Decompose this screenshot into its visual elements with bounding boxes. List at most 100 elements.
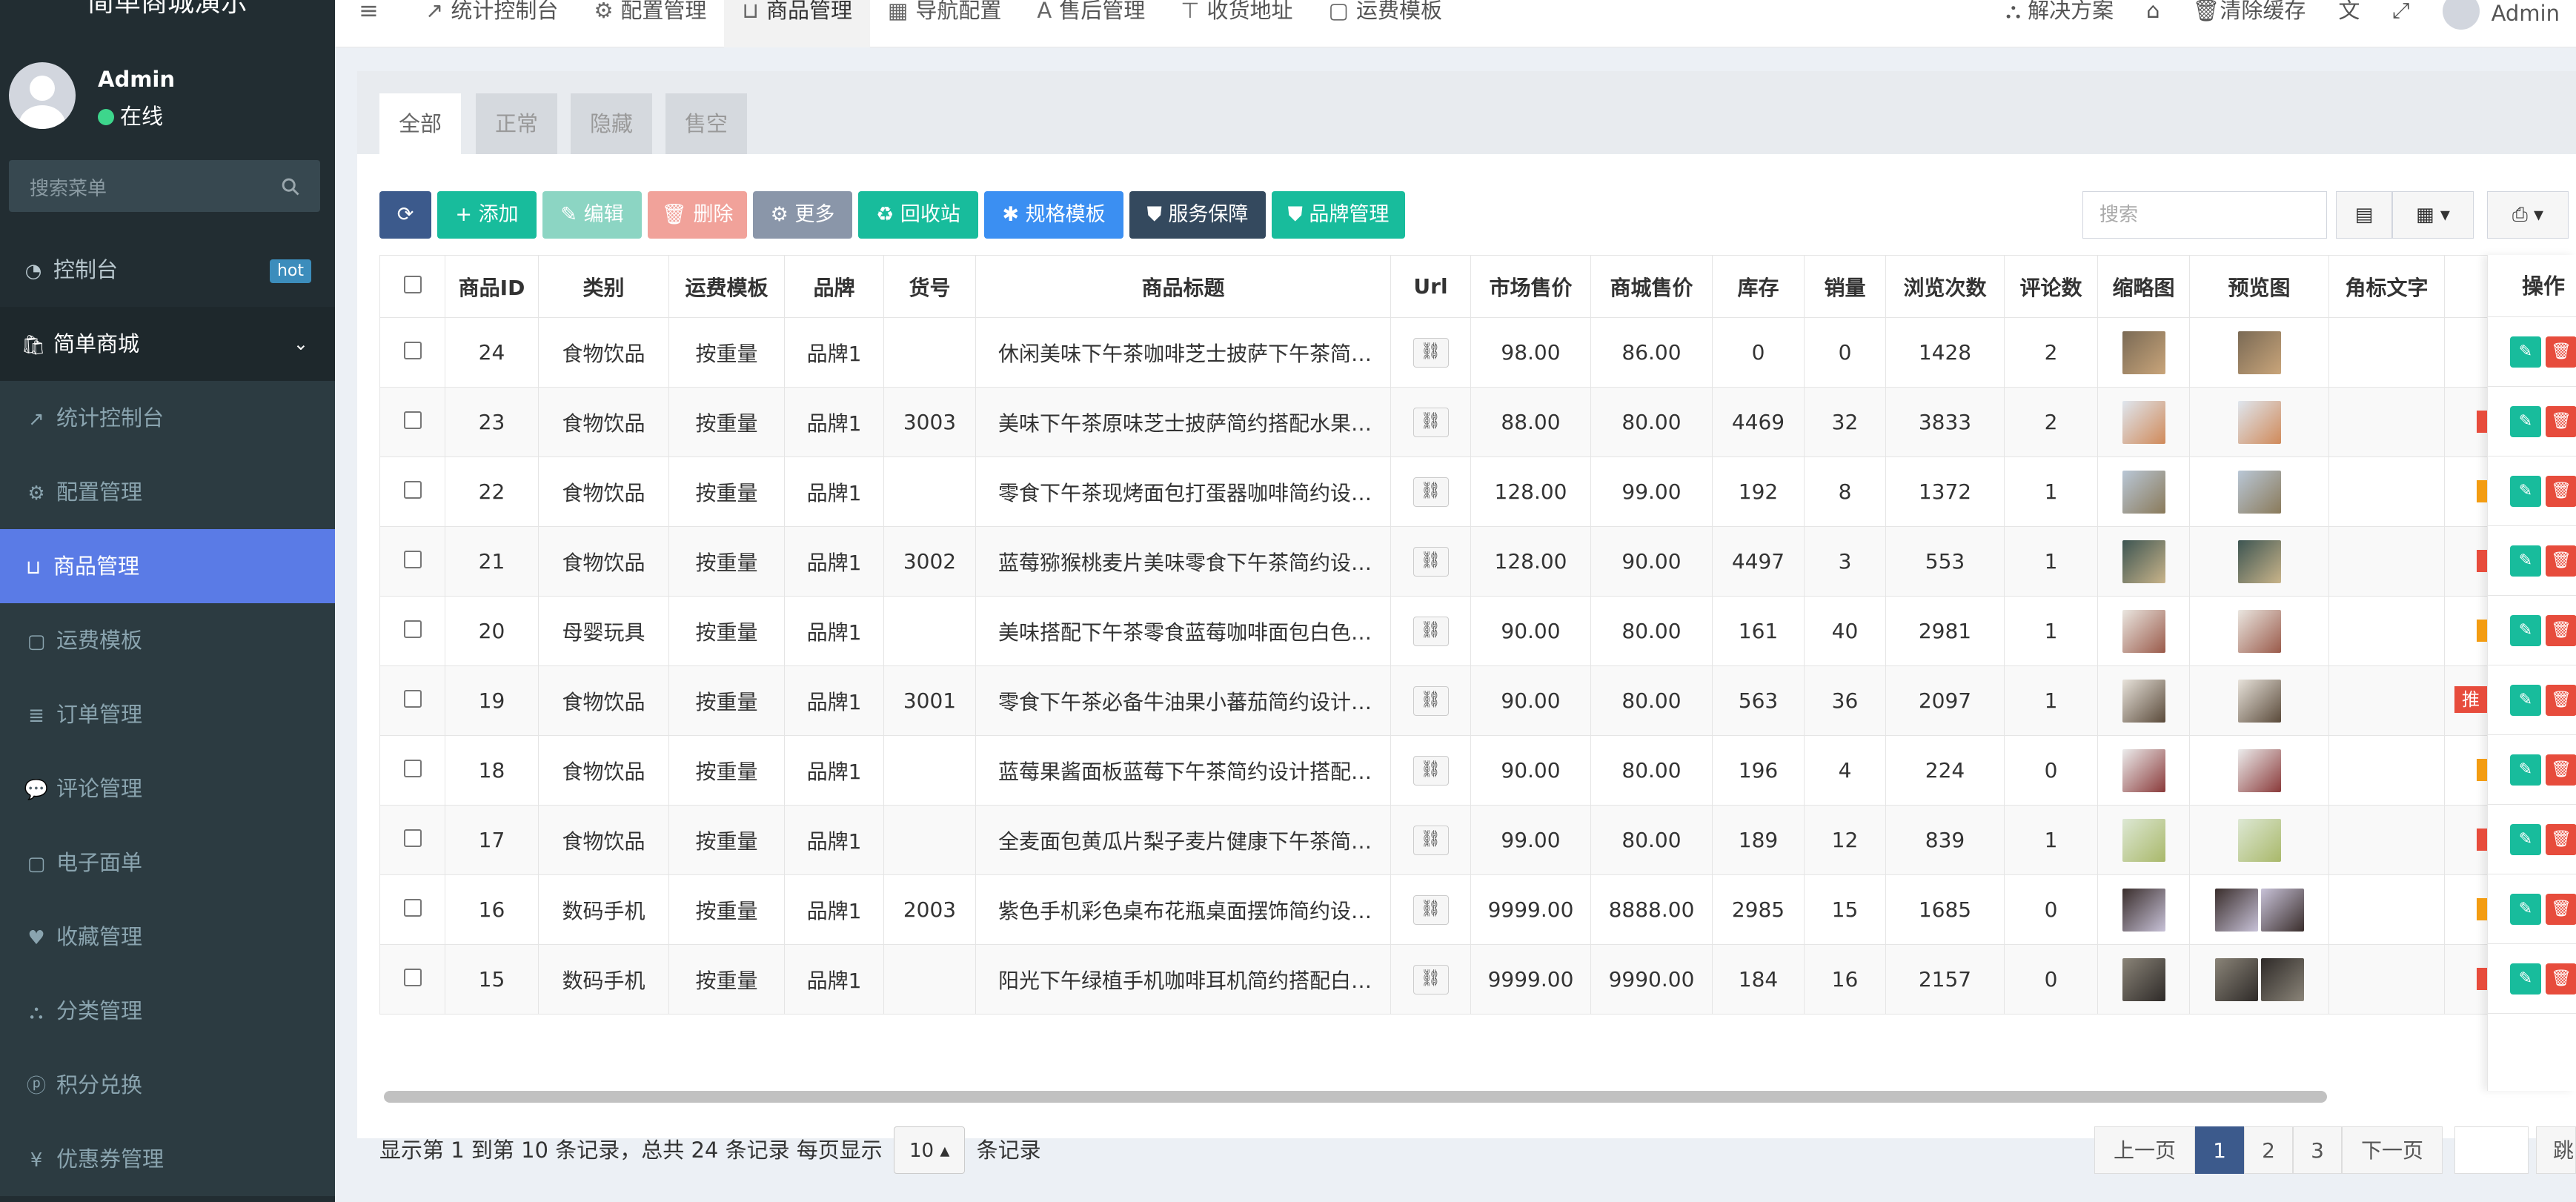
delete-row-button[interactable]: 🗑 bbox=[2546, 336, 2576, 368]
preview-image[interactable] bbox=[2237, 748, 2281, 792]
language-button[interactable]: 文 bbox=[2322, 0, 2376, 21]
column-header[interactable]: 运费模板 bbox=[668, 255, 785, 318]
top-tab-0[interactable]: ↗ 统计控制台 bbox=[408, 0, 576, 47]
thumbnail-image[interactable] bbox=[2122, 609, 2165, 653]
delete-row-button[interactable]: 🗑 bbox=[2546, 406, 2576, 437]
column-header[interactable]: 市场售价 bbox=[1470, 255, 1591, 318]
service-guarantee-button[interactable]: ⛊ 服务保障 bbox=[1129, 191, 1266, 239]
brand-manage-button[interactable]: ⛊ 品牌管理 bbox=[1272, 191, 1405, 239]
row-checkbox[interactable] bbox=[403, 411, 422, 429]
row-checkbox[interactable] bbox=[403, 829, 422, 847]
column-header[interactable]: 预览图 bbox=[2189, 255, 2329, 318]
app-brand[interactable]: 简单商城演示 bbox=[0, 0, 335, 27]
link-icon[interactable]: ⛓ bbox=[1413, 895, 1449, 925]
link-icon[interactable]: ⛓ bbox=[1413, 408, 1449, 437]
columns-dropdown[interactable]: ▦ ▾ bbox=[2392, 191, 2474, 239]
edit-row-button[interactable]: ✎ bbox=[2510, 754, 2541, 786]
recycle-bin-button[interactable]: ♻ 回收站 bbox=[858, 191, 978, 239]
preview-image[interactable] bbox=[2214, 957, 2258, 1001]
thumbnail-image[interactable] bbox=[2122, 470, 2165, 514]
thumbnail-image[interactable] bbox=[2122, 679, 2165, 723]
delete-row-button[interactable]: 🗑 bbox=[2546, 894, 2576, 925]
row-checkbox[interactable] bbox=[403, 481, 422, 499]
column-header[interactable]: 库存 bbox=[1712, 255, 1805, 318]
export-dropdown[interactable]: ⎙ ▾ bbox=[2487, 191, 2569, 239]
column-header[interactable]: 缩略图 bbox=[2097, 255, 2190, 318]
link-icon[interactable]: ⛓ bbox=[1413, 965, 1449, 995]
sidebar-item-0[interactable]: ◔ 控制台 hot bbox=[0, 233, 335, 307]
top-tab-2[interactable]: ⊔ 商品管理 bbox=[724, 0, 870, 47]
link-icon[interactable]: ⛓ bbox=[1413, 338, 1449, 368]
thumbnail-image[interactable] bbox=[2122, 818, 2165, 862]
column-header[interactable]: 品牌 bbox=[784, 255, 884, 318]
sidebar-item-10[interactable]: ⛬ 分类管理 bbox=[0, 974, 335, 1048]
link-icon[interactable]: ⛓ bbox=[1413, 477, 1449, 507]
home-button[interactable]: ⌂ bbox=[2130, 0, 2176, 21]
preview-image[interactable] bbox=[2214, 888, 2258, 932]
filter-tab-2[interactable]: 隐藏 bbox=[571, 93, 652, 154]
page-size-dropdown[interactable]: 10 ▴ bbox=[894, 1126, 966, 1174]
column-header[interactable]: 角标文字 bbox=[2328, 255, 2445, 318]
sidebar-item-4[interactable]: ⊔ 商品管理 bbox=[0, 529, 335, 603]
column-header[interactable]: 商品ID bbox=[445, 255, 539, 318]
page-3-button[interactable]: 3 bbox=[2293, 1126, 2342, 1174]
sidebar-item-3[interactable]: ⚙ 配置管理 bbox=[0, 455, 335, 529]
edit-row-button[interactable]: ✎ bbox=[2510, 615, 2541, 646]
link-icon[interactable]: ⛓ bbox=[1413, 617, 1449, 646]
filter-tab-3[interactable]: 售空 bbox=[665, 93, 747, 154]
sidebar-item-7[interactable]: 💬 评论管理 bbox=[0, 751, 335, 826]
preview-image[interactable] bbox=[2260, 888, 2304, 932]
preview-image[interactable] bbox=[2237, 331, 2281, 374]
sidebar-item-6[interactable]: ≣ 订单管理 bbox=[0, 677, 335, 751]
column-header[interactable]: 浏览次数 bbox=[1885, 255, 2005, 318]
edit-row-button[interactable]: ✎ bbox=[2510, 963, 2541, 995]
page-1-button[interactable]: 1 bbox=[2195, 1126, 2244, 1174]
sidebar-item-2[interactable]: ↗ 统计控制台 bbox=[0, 381, 335, 455]
column-header[interactable]: 货号 bbox=[883, 255, 976, 318]
column-header[interactable]: 商城售价 bbox=[1590, 255, 1713, 318]
horizontal-scrollbar[interactable] bbox=[384, 1091, 2327, 1103]
menu-toggle-icon[interactable]: ≡ bbox=[359, 0, 379, 30]
row-checkbox[interactable] bbox=[403, 760, 422, 777]
row-checkbox[interactable] bbox=[403, 342, 422, 359]
preview-image[interactable] bbox=[2237, 539, 2281, 583]
prev-page-button[interactable]: 上一页 bbox=[2094, 1126, 2195, 1174]
jump-page-input[interactable] bbox=[2454, 1126, 2529, 1174]
preview-image[interactable] bbox=[2237, 470, 2281, 514]
top-tab-6[interactable]: ▢ 运费模板 bbox=[1311, 0, 1460, 47]
page-2-button[interactable]: 2 bbox=[2244, 1126, 2293, 1174]
sidebar-item-12[interactable]: ¥ 优惠券管理 bbox=[0, 1122, 335, 1196]
filter-tab-1[interactable]: 正常 bbox=[476, 93, 557, 154]
select-all-checkbox[interactable] bbox=[403, 276, 422, 293]
thumbnail-image[interactable] bbox=[2122, 400, 2165, 444]
sidebar-item-5[interactable]: ▢ 运费模板 bbox=[0, 603, 335, 677]
row-checkbox[interactable] bbox=[403, 551, 422, 568]
row-checkbox[interactable] bbox=[403, 620, 422, 638]
edit-row-button[interactable]: ✎ bbox=[2510, 894, 2541, 925]
preview-image[interactable] bbox=[2260, 957, 2304, 1001]
link-icon[interactable]: ⛓ bbox=[1413, 547, 1449, 577]
toggle-view-button[interactable]: ▤ bbox=[2336, 191, 2392, 239]
delete-row-button[interactable]: 🗑 bbox=[2546, 685, 2576, 716]
delete-row-button[interactable]: 🗑 bbox=[2546, 545, 2576, 577]
search-icon[interactable] bbox=[280, 176, 301, 197]
preview-image[interactable] bbox=[2237, 679, 2281, 723]
top-tab-5[interactable]: ⊤ 收货地址 bbox=[1163, 0, 1310, 47]
refresh-button[interactable]: ⟳ bbox=[379, 191, 431, 239]
link-icon[interactable]: ⛓ bbox=[1413, 686, 1449, 716]
sidebar-item-9[interactable]: ♥ 收藏管理 bbox=[0, 900, 335, 974]
sidebar-item-1[interactable]: 🛍 简单商城 ⌄ bbox=[0, 307, 335, 381]
delete-row-button[interactable]: 🗑 bbox=[2546, 476, 2576, 507]
table-search-input[interactable]: 搜索 bbox=[2082, 191, 2327, 239]
thumbnail-image[interactable] bbox=[2122, 539, 2165, 583]
delete-row-button[interactable]: 🗑 bbox=[2546, 963, 2576, 995]
delete-row-button[interactable]: 🗑 bbox=[2546, 824, 2576, 855]
sidebar-search-input[interactable]: 搜索菜单 bbox=[9, 160, 320, 212]
sidebar-item-11[interactable]: ⓟ 积分兑换 bbox=[0, 1048, 335, 1122]
top-tab-3[interactable]: ▦ 导航配置 bbox=[870, 0, 1019, 47]
edit-row-button[interactable]: ✎ bbox=[2510, 545, 2541, 577]
edit-row-button[interactable]: ✎ bbox=[2510, 476, 2541, 507]
edit-row-button[interactable]: ✎ bbox=[2510, 685, 2541, 716]
fullscreen-button[interactable]: ⤢ bbox=[2376, 0, 2426, 21]
thumbnail-image[interactable] bbox=[2122, 888, 2165, 932]
